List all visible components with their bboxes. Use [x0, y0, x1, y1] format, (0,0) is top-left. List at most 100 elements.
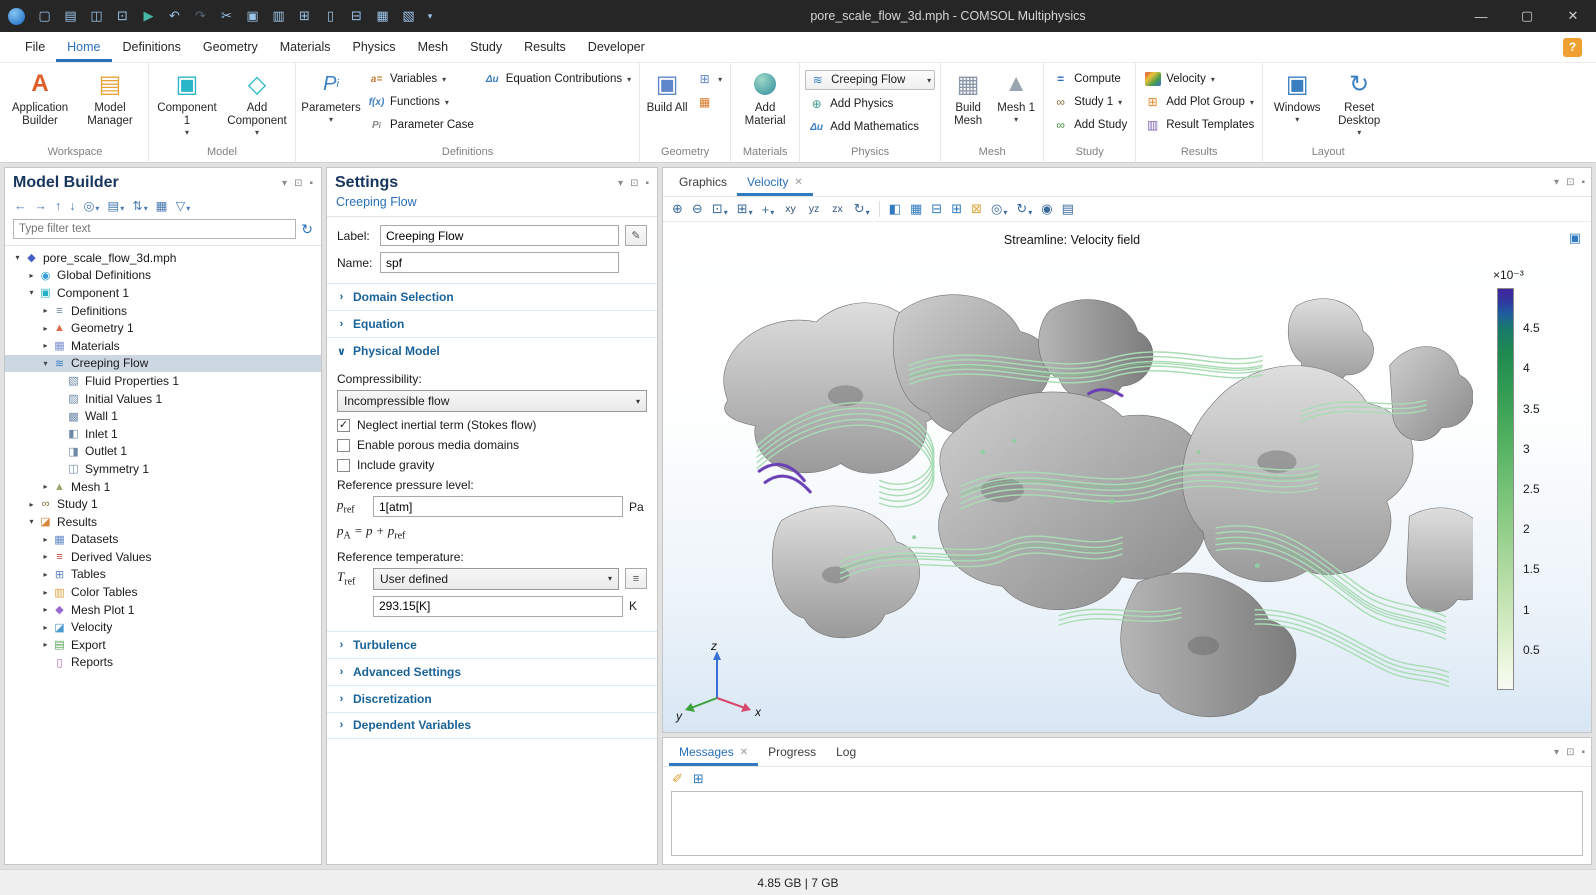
- forward-icon[interactable]: →: [35, 199, 48, 213]
- tree-item-export[interactable]: ▸▤Export: [5, 636, 321, 654]
- tree-item-color-tables[interactable]: ▸▥Color Tables: [5, 583, 321, 601]
- close-button[interactable]: ✕: [1550, 0, 1596, 32]
- view-zx-button[interactable]: zx: [830, 202, 845, 216]
- tree-item-root[interactable]: ▾◆pore_scale_flow_3d.mph: [5, 249, 321, 267]
- variables-button[interactable]: a= Variables ▾: [365, 70, 477, 88]
- reset-scene-icon[interactable]: ↻▾: [1016, 201, 1032, 217]
- sort-icon[interactable]: ⇅▾: [132, 198, 148, 213]
- tree-item-wall1[interactable]: ▩Wall 1: [5, 407, 321, 425]
- expander-icon[interactable]: ▾: [39, 359, 52, 368]
- tree-item-results[interactable]: ▾◪Results: [5, 513, 321, 531]
- section-physical-model[interactable]: ∨Physical Model: [327, 337, 657, 364]
- parameter-case-button[interactable]: Pi Parameter Case: [365, 116, 477, 134]
- back-icon[interactable]: ←: [14, 199, 27, 213]
- expander-icon[interactable]: ▸: [39, 482, 52, 491]
- section-discretization[interactable]: ›Discretization: [327, 685, 657, 712]
- refresh-icon[interactable]: ↻: [301, 221, 313, 238]
- functions-button[interactable]: f(x) Functions ▾: [365, 93, 477, 111]
- expander-icon[interactable]: ▸: [39, 552, 52, 561]
- tab-log[interactable]: Log: [826, 738, 866, 766]
- clear-log-icon[interactable]: ✐: [672, 771, 683, 787]
- tree-item-mesh-plot1[interactable]: ▸◆Mesh Plot 1: [5, 601, 321, 619]
- add-material-button[interactable]: Add Material: [734, 65, 796, 128]
- model-manager-button[interactable]: ▤ Model Manager: [75, 65, 145, 128]
- undo-icon[interactable]: ↶: [162, 3, 187, 29]
- mesh1-button[interactable]: ▲ Mesh 1 ▾: [992, 65, 1040, 124]
- temperature-input[interactable]: [373, 596, 623, 617]
- zoom-out-icon[interactable]: ⊖: [692, 201, 703, 217]
- tree-item-component1[interactable]: ▾▣Component 1: [5, 284, 321, 302]
- expander-icon[interactable]: ▾: [25, 288, 38, 297]
- filter-icon[interactable]: ▽▾: [176, 198, 191, 213]
- open-icon[interactable]: ▤: [58, 3, 83, 29]
- tree-item-study1[interactable]: ▸∞Study 1: [5, 495, 321, 513]
- tree-item-inlet1[interactable]: ◧Inlet 1: [5, 425, 321, 443]
- tree-item-initial-values1[interactable]: ▨Initial Values 1: [5, 390, 321, 408]
- include-gravity-checkbox[interactable]: Include gravity: [337, 458, 647, 472]
- result-templates-button[interactable]: ▥ Result Templates: [1141, 116, 1257, 134]
- default-view-icon[interactable]: +▾: [762, 202, 775, 217]
- environment-icon[interactable]: ◎▾: [991, 201, 1007, 217]
- delete-icon[interactable]: ▯: [318, 3, 343, 29]
- graphics-view[interactable]: [669, 254, 1473, 726]
- expander-icon[interactable]: ▸: [39, 306, 52, 315]
- tree-item-global-definitions[interactable]: ▸◉Global Definitions: [5, 267, 321, 285]
- section-advanced-settings[interactable]: ›Advanced Settings: [327, 658, 657, 685]
- measure-button[interactable]: ▦: [693, 93, 725, 111]
- snapshot-icon[interactable]: ◉: [1041, 201, 1052, 217]
- close-panel-icon[interactable]: ▪: [1581, 747, 1585, 758]
- application-builder-button[interactable]: A Application Builder: [5, 65, 75, 128]
- minimize-button[interactable]: —: [1458, 0, 1504, 32]
- float-panel-icon[interactable]: ⊡: [294, 178, 302, 189]
- insert-table-icon[interactable]: ⊟: [344, 3, 369, 29]
- toolbar-menu-chevron[interactable]: ▾: [422, 11, 438, 22]
- maximize-button[interactable]: ▢: [1504, 0, 1550, 32]
- close-panel-icon[interactable]: ▪: [309, 178, 313, 189]
- float-panel-icon[interactable]: ⊡: [1566, 177, 1574, 188]
- move-up-icon[interactable]: ↑: [55, 199, 61, 213]
- move-down-icon[interactable]: ↓: [69, 199, 75, 213]
- messages-log-area[interactable]: [671, 791, 1583, 856]
- reference-pressure-input[interactable]: [373, 496, 623, 517]
- expander-icon[interactable]: ▸: [25, 271, 38, 280]
- help-button[interactable]: ?: [1563, 38, 1582, 57]
- menu-tab-mesh[interactable]: Mesh: [407, 32, 460, 62]
- tree-item-definitions[interactable]: ▸≡Definitions: [5, 302, 321, 320]
- copy-log-icon[interactable]: ⊞: [693, 771, 704, 787]
- section-turbulence[interactable]: ›Turbulence: [327, 631, 657, 658]
- copy-icon[interactable]: ▣: [240, 3, 265, 29]
- compressibility-select[interactable]: Incompressible flow ▾: [337, 390, 647, 412]
- study1-button[interactable]: ∞ Study 1 ▾: [1049, 93, 1130, 111]
- build-mesh-button[interactable]: ▦ Build Mesh: [944, 65, 992, 128]
- tree-item-datasets[interactable]: ▸▦Datasets: [5, 531, 321, 549]
- compute-button[interactable]: = Compute: [1049, 70, 1130, 88]
- tree-item-fluid-properties1[interactable]: ▧Fluid Properties 1: [5, 372, 321, 390]
- zoom-in-icon[interactable]: ⊕: [672, 201, 683, 217]
- menu-tab-geometry[interactable]: Geometry: [192, 32, 269, 62]
- add-physics-button[interactable]: ⊕ Add Physics: [805, 95, 935, 113]
- expander-icon[interactable]: ▾: [11, 253, 24, 262]
- close-panel-icon[interactable]: ▪: [645, 178, 649, 189]
- expander-icon[interactable]: ▸: [39, 341, 52, 350]
- edit-table-icon[interactable]: ▦: [370, 3, 395, 29]
- tab-graphics[interactable]: Graphics: [669, 168, 737, 196]
- filter-input[interactable]: [13, 219, 296, 239]
- windows-button[interactable]: ▣ Windows ▾: [1266, 65, 1328, 124]
- porous-media-checkbox[interactable]: Enable porous media domains: [337, 438, 647, 452]
- parameters-button[interactable]: Pi Parameters ▾: [299, 65, 363, 124]
- stokes-flow-checkbox[interactable]: ✓ Neglect inertial term (Stokes flow): [337, 418, 647, 432]
- tree-item-velocity[interactable]: ▸◪Velocity: [5, 618, 321, 636]
- tree-item-derived-values[interactable]: ▸≡Derived Values: [5, 548, 321, 566]
- show-grid-icon[interactable]: ▦: [910, 201, 922, 217]
- tree-item-materials[interactable]: ▸▦Materials: [5, 337, 321, 355]
- run-icon[interactable]: ▶: [136, 3, 161, 29]
- temperature-list-button[interactable]: ≡: [625, 568, 647, 589]
- split-screen-icon[interactable]: ⊟: [931, 201, 942, 217]
- section-dependent-variables[interactable]: ›Dependent Variables: [327, 712, 657, 739]
- new-icon[interactable]: ▢: [32, 3, 57, 29]
- add-study-button[interactable]: ∞ Add Study: [1049, 116, 1130, 134]
- tile-windows-icon[interactable]: ⊞: [951, 201, 962, 217]
- duplicate-icon[interactable]: ⊞: [292, 3, 317, 29]
- expander-icon[interactable]: ▸: [25, 500, 38, 509]
- tab-progress[interactable]: Progress: [758, 738, 826, 766]
